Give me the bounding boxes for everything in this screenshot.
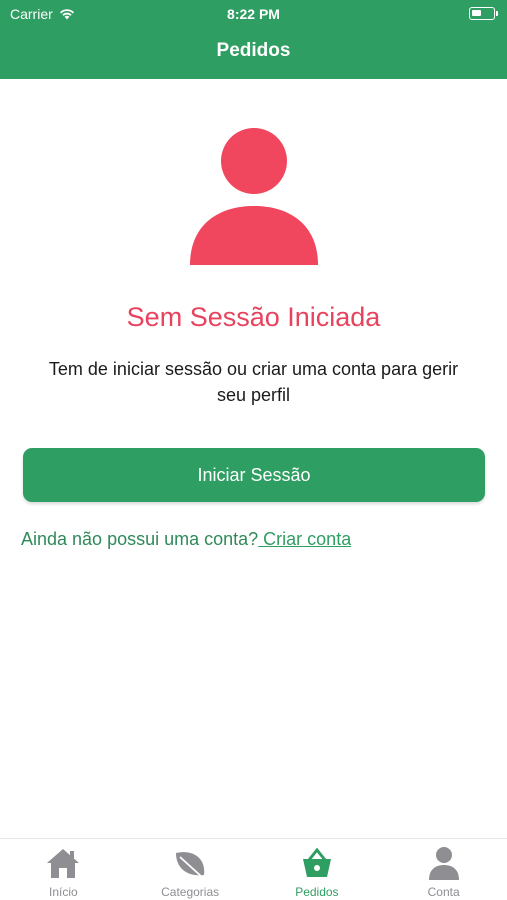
battery-icon [469, 7, 498, 20]
login-description: Tem de iniciar sessão ou criar uma conta… [48, 359, 459, 405]
tab-label: Categorias [161, 885, 220, 899]
status-bar: Carrier 8:22 PM [0, 0, 507, 28]
tab-inicio[interactable]: Início [0, 839, 127, 900]
signup-prompt: Ainda não possui uma conta? [21, 529, 259, 549]
app-header: Carrier 8:22 PM Pedidos [0, 0, 507, 79]
leaf-icon [176, 852, 205, 878]
user-avatar-icon [190, 128, 318, 265]
page-title: Pedidos [216, 40, 291, 61]
clock: 8:22 PM [227, 6, 280, 22]
tab-label: Pedidos [295, 885, 339, 899]
tab-label: Início [49, 885, 78, 899]
no-session-title: Sem Sessão Iniciada [126, 302, 381, 332]
signup-row: Ainda não possui uma conta? Criar conta [21, 529, 351, 550]
tab-conta[interactable]: Conta [380, 839, 507, 900]
tab-bar: Início Categorias Pedidos Conta [0, 838, 507, 900]
user-icon [428, 847, 459, 880]
create-account-link[interactable]: Criar conta [258, 529, 351, 549]
tab-pedidos[interactable]: Pedidos [254, 839, 381, 900]
tab-categorias[interactable]: Categorias [127, 839, 254, 900]
tab-label: Conta [427, 885, 460, 899]
home-icon [47, 849, 80, 878]
basket-icon [302, 847, 331, 877]
login-button[interactable]: Iniciar Sessão [23, 448, 485, 502]
